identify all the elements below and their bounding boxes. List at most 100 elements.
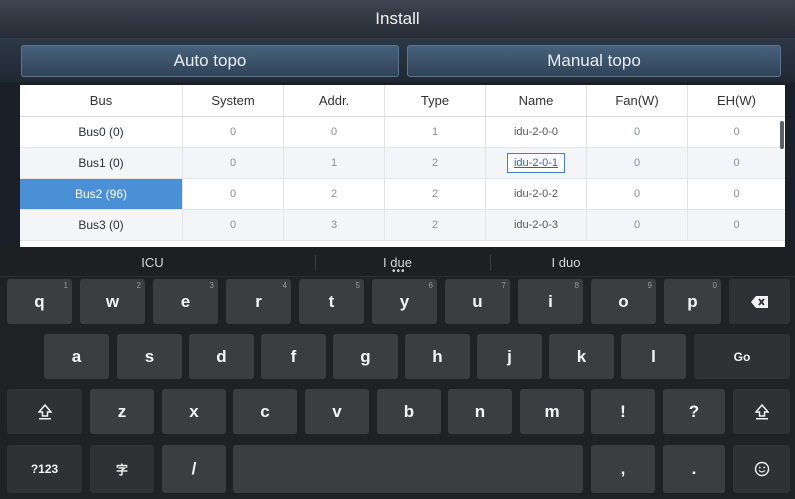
- key-o[interactable]: 9o: [591, 279, 656, 324]
- bus-cell[interactable]: Bus1 (0): [20, 148, 183, 178]
- key-label: r: [255, 291, 262, 311]
- key-j[interactable]: j: [477, 334, 542, 379]
- key-i[interactable]: 8i: [518, 279, 583, 324]
- key-v[interactable]: v: [305, 389, 369, 434]
- emoji-key[interactable]: [733, 445, 790, 493]
- name-cell[interactable]: idu-2-0-3: [486, 210, 587, 240]
- system-cell: 0: [183, 179, 284, 209]
- system-cell: 0: [183, 148, 284, 178]
- install-screen: Install Auto topo Manual topo Bus System…: [0, 0, 795, 499]
- name-edit-field[interactable]: idu-2-0-1: [506, 153, 566, 173]
- key-hint: 5: [355, 281, 360, 290]
- fan-cell: 0: [587, 210, 688, 240]
- key-label: y: [399, 291, 410, 311]
- key-slash[interactable]: /: [162, 445, 226, 493]
- go-key[interactable]: Go: [694, 334, 790, 379]
- column-header-type: Type: [385, 85, 486, 116]
- key-b[interactable]: b: [377, 389, 441, 434]
- bus-cell[interactable]: Bus2 (96): [20, 179, 183, 209]
- table-row[interactable]: Bus3 (0) 0 3 2 idu-2-0-3 0 0: [20, 210, 785, 241]
- bus-cell[interactable]: Bus0 (0): [20, 117, 183, 147]
- key-label: i: [548, 291, 553, 311]
- table-row[interactable]: Bus1 (0) 0 1 2 idu-2-0-1 0 0: [20, 148, 785, 179]
- suggestion-item[interactable]: ICU: [0, 247, 305, 277]
- key-q[interactable]: 1q: [7, 279, 72, 324]
- table-row[interactable]: Bus0 (0) 0 0 1 idu-2-0-0 0 0: [20, 117, 785, 148]
- more-suggestions-icon[interactable]: •••: [392, 266, 406, 277]
- column-header-bus: Bus: [20, 85, 183, 116]
- column-header-system: System: [183, 85, 284, 116]
- key-p[interactable]: 0p: [664, 279, 721, 324]
- key-hint: 1: [63, 281, 68, 290]
- eh-cell: 0: [733, 219, 740, 231]
- key-label: e: [180, 291, 191, 311]
- addr-cell: 1: [284, 148, 385, 178]
- key-hint: 7: [501, 281, 506, 290]
- soft-keyboard: ICU I due ••• I duo 1q 2w 3e 4r 5t 6y 7u…: [0, 247, 795, 499]
- eh-cell: 0: [733, 126, 740, 138]
- device-table: Bus System Addr. Type Name Fan(W) EH(W) …: [20, 85, 785, 247]
- key-a[interactable]: a: [44, 334, 109, 379]
- key-hint: 8: [574, 281, 579, 290]
- page-title: Install: [0, 0, 795, 38]
- column-header-name: Name: [486, 85, 587, 116]
- key-t[interactable]: 5t: [299, 279, 364, 324]
- space-key[interactable]: [233, 445, 583, 493]
- name-cell-editing[interactable]: idu-2-0-1: [486, 148, 587, 178]
- key-l[interactable]: l: [621, 334, 686, 379]
- column-header-eh: EH(W): [717, 93, 756, 108]
- type-cell: 2: [385, 210, 486, 240]
- key-comma[interactable]: ,: [591, 445, 655, 493]
- shift-icon: [754, 403, 769, 419]
- key-s[interactable]: s: [117, 334, 182, 379]
- addr-cell: 2: [284, 179, 385, 209]
- key-h[interactable]: h: [405, 334, 470, 379]
- key-exclamation[interactable]: !: [591, 389, 655, 434]
- emoji-icon: [754, 461, 769, 477]
- name-cell[interactable]: idu-2-0-0: [486, 117, 587, 147]
- key-g[interactable]: g: [333, 334, 398, 379]
- fan-cell: 0: [587, 148, 688, 178]
- key-e[interactable]: 3e: [153, 279, 218, 324]
- key-r[interactable]: 4r: [226, 279, 291, 324]
- key-label: p: [687, 291, 698, 311]
- language-key[interactable]: 字: [90, 445, 154, 493]
- symbols-key[interactable]: ?123: [7, 445, 82, 493]
- addr-cell: 3: [284, 210, 385, 240]
- key-question[interactable]: ?: [663, 389, 725, 434]
- key-n[interactable]: n: [448, 389, 512, 434]
- key-m[interactable]: m: [520, 389, 584, 434]
- key-d[interactable]: d: [189, 334, 254, 379]
- manual-topo-tab[interactable]: Manual topo: [407, 45, 781, 77]
- shift-key-left[interactable]: [7, 389, 82, 434]
- key-k[interactable]: k: [549, 334, 614, 379]
- key-z[interactable]: z: [90, 389, 154, 434]
- suggestion-bar: ICU I due ••• I duo: [0, 247, 795, 277]
- eh-cell: 0: [733, 157, 740, 169]
- key-hint: 3: [209, 281, 214, 290]
- key-f[interactable]: f: [261, 334, 326, 379]
- auto-topo-tab[interactable]: Auto topo: [21, 45, 399, 77]
- name-cell[interactable]: idu-2-0-2: [486, 179, 587, 209]
- type-cell: 2: [385, 179, 486, 209]
- key-y[interactable]: 6y: [372, 279, 437, 324]
- key-label: w: [105, 291, 120, 311]
- key-u[interactable]: 7u: [445, 279, 510, 324]
- suggestion-item[interactable]: I duo: [490, 247, 642, 277]
- key-c[interactable]: c: [233, 389, 297, 434]
- column-header-fan: Fan(W): [587, 85, 688, 116]
- fan-cell: 0: [587, 179, 688, 209]
- key-w[interactable]: 2w: [80, 279, 145, 324]
- table-scrollbar[interactable]: [780, 121, 784, 149]
- backspace-key[interactable]: [729, 279, 790, 324]
- addr-cell: 0: [284, 117, 385, 147]
- backspace-icon: [750, 295, 768, 308]
- shift-key-right[interactable]: [733, 389, 790, 434]
- key-hint: 9: [647, 281, 652, 290]
- bus-cell[interactable]: Bus3 (0): [20, 210, 183, 240]
- key-hint: 4: [282, 281, 287, 290]
- table-row-selected[interactable]: Bus2 (96) 0 2 2 idu-2-0-2 0 0: [20, 179, 785, 210]
- key-x[interactable]: x: [162, 389, 226, 434]
- key-hint: 0: [712, 281, 717, 290]
- key-period[interactable]: .: [663, 445, 725, 493]
